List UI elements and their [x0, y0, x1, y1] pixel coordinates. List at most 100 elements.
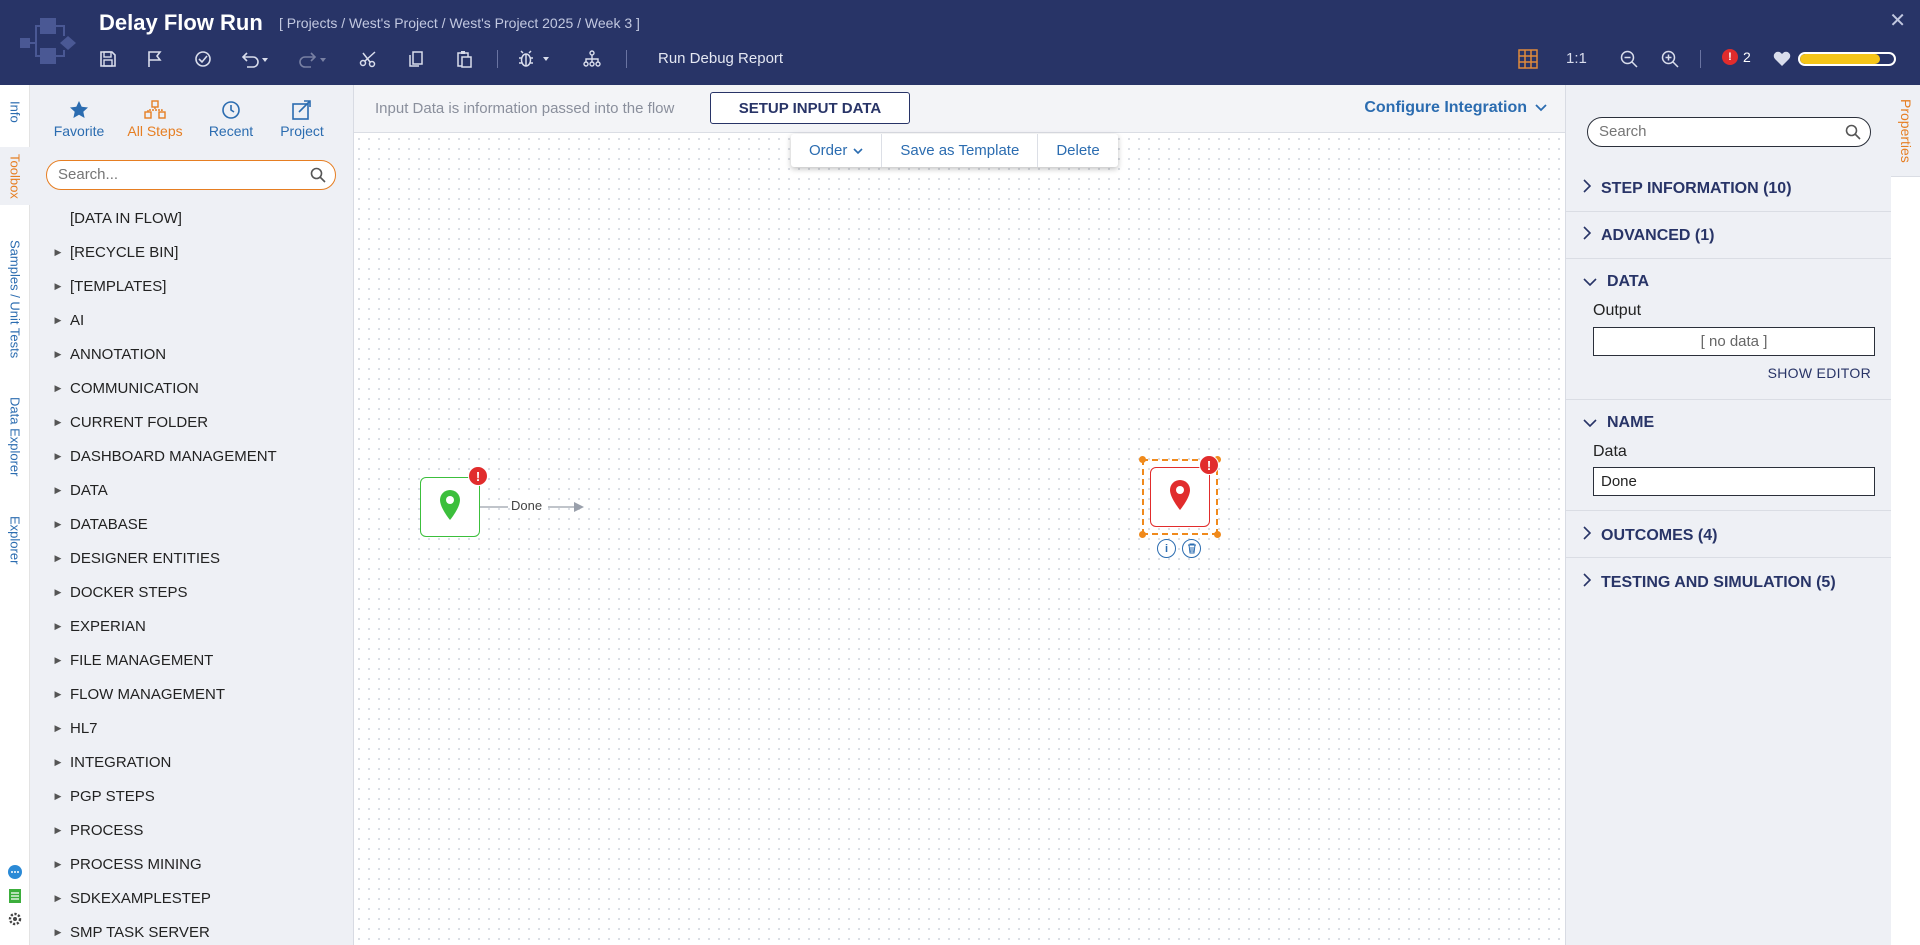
toolbox-tree-item[interactable]: ▶ FLOW MANAGEMENT: [46, 677, 336, 711]
grid-icon[interactable]: [1516, 47, 1540, 71]
configure-integration-dropdown[interactable]: Configure Integration: [1364, 99, 1547, 117]
tree-item-label: AI: [70, 311, 85, 329]
toolbox-tab-label: Project: [280, 123, 324, 139]
section-data[interactable]: DATA: [1583, 273, 1649, 291]
toolbox-tree-item[interactable]: ▶ DATA: [46, 473, 336, 507]
setup-input-data-button[interactable]: SETUP INPUT DATA: [710, 92, 910, 124]
close-icon[interactable]: ✕: [1889, 8, 1906, 33]
search-icon[interactable]: [1845, 124, 1861, 145]
tree-item-label: EXPERIAN: [70, 617, 146, 635]
flow-canvas[interactable]: [354, 134, 1565, 945]
section-title: STEP INFORMATION (10): [1601, 179, 1792, 197]
save-icon[interactable]: [96, 47, 120, 71]
validate-icon[interactable]: [191, 47, 215, 71]
delete-button[interactable]: Delete: [1038, 134, 1117, 167]
toolbox-tree-item[interactable]: ▶ SDKEXAMPLESTEP: [46, 881, 336, 915]
toolbox-tree-item[interactable]: ▶ SMP TASK SERVER: [46, 915, 336, 945]
section-outcomes[interactable]: OUTCOMES (4): [1583, 526, 1717, 545]
toolbox-search-input[interactable]: [58, 161, 298, 187]
section-testing-simulation[interactable]: TESTING AND SIMULATION (5): [1583, 573, 1836, 592]
show-editor-button[interactable]: SHOW EDITOR: [1768, 365, 1871, 381]
toolbox-tree-item[interactable]: ▶ EXPERIAN: [46, 609, 336, 643]
tree-item-label: CURRENT FOLDER: [70, 413, 209, 431]
tree-item-label: COMMUNICATION: [70, 379, 199, 397]
order-dropdown[interactable]: Order: [791, 134, 883, 167]
end-error-icon[interactable]: !: [1199, 455, 1219, 475]
zoom-in-icon[interactable]: [1658, 47, 1682, 71]
toolbox-tree-item[interactable]: ▶ [RECYCLE BIN]: [46, 235, 336, 269]
tab-explorer[interactable]: Explorer: [0, 507, 30, 573]
toolbox-tree-item[interactable]: ▶ COMMUNICATION: [46, 371, 336, 405]
error-count: 2: [1743, 49, 1751, 65]
connector-label[interactable]: Done: [511, 498, 543, 513]
toolbox-tree-item[interactable]: ▶ FILE MANAGEMENT: [46, 643, 336, 677]
chevron-right-icon: [1583, 226, 1592, 245]
resize-handle[interactable]: [1139, 456, 1146, 463]
hierarchy-icon[interactable]: [580, 47, 604, 71]
tab-data-explorer[interactable]: Data Explorer: [0, 387, 30, 487]
section-step-information[interactable]: STEP INFORMATION (10): [1583, 179, 1792, 198]
toolbox-tree-item[interactable]: ▶ DESIGNER ENTITIES: [46, 541, 336, 575]
chat-icon[interactable]: [7, 865, 23, 881]
toolbox-tree-item[interactable]: ▶ INTEGRATION: [46, 745, 336, 779]
resize-handle[interactable]: [1139, 531, 1146, 538]
copy-icon[interactable]: [404, 47, 428, 71]
chevron-right-icon: [1583, 573, 1592, 592]
properties-search-input[interactable]: [1599, 118, 1839, 144]
section-advanced[interactable]: ADVANCED (1): [1583, 226, 1714, 245]
document-icon[interactable]: [7, 888, 23, 904]
tree-item-label: PROCESS MINING: [70, 855, 202, 873]
start-error-icon[interactable]: !: [468, 466, 488, 486]
toolbox-tree-item[interactable]: ▶ PROCESS: [46, 813, 336, 847]
resize-handle[interactable]: [1214, 531, 1221, 538]
search-icon[interactable]: [310, 167, 326, 188]
toolbox-tree-item[interactable]: ▶ DOCKER STEPS: [46, 575, 336, 609]
toolbox-tree-item[interactable]: ▶ HL7: [46, 711, 336, 745]
toolbox-tab-favorite[interactable]: Favorite: [42, 99, 116, 139]
toolbox-tree-item[interactable]: ▶ DATABASE: [46, 507, 336, 541]
step-context-menu: Order Save as Template Delete: [791, 134, 1118, 167]
caret-right-icon: ▶: [54, 824, 62, 835]
toolbox-tree-item[interactable]: [DATA IN FLOW]: [46, 201, 336, 235]
toolbox-tree-item[interactable]: ▶ [TEMPLATES]: [46, 269, 336, 303]
output-field[interactable]: [ no data ]: [1593, 327, 1875, 356]
toolbox-tree-item[interactable]: ▶ CURRENT FOLDER: [46, 405, 336, 439]
left-tab-strip: Info Toolbox Samples / Unit Tests Data E…: [0, 85, 30, 945]
run-debug-report-button[interactable]: Run Debug Report: [658, 50, 783, 67]
caret-right-icon: ▶: [54, 722, 62, 733]
tab-properties[interactable]: Properties: [1891, 85, 1920, 177]
app-logo: [18, 12, 80, 68]
settings-icon[interactable]: [7, 911, 23, 927]
error-count-button[interactable]: ! 2: [1722, 49, 1751, 65]
end-step-node[interactable]: [1150, 467, 1210, 527]
section-name[interactable]: NAME: [1583, 414, 1654, 432]
zoom-ratio-button[interactable]: 1:1: [1566, 50, 1587, 67]
toolbox-tab-all-steps[interactable]: All Steps: [118, 99, 192, 139]
info-icon[interactable]: i: [1157, 539, 1176, 558]
toolbox-tree-item[interactable]: ▶ AI: [46, 303, 336, 337]
zoom-out-icon[interactable]: [1617, 47, 1641, 71]
undo-icon[interactable]: [237, 47, 273, 71]
cut-icon[interactable]: [356, 47, 380, 71]
debug-icon[interactable]: [517, 47, 553, 71]
heart-icon[interactable]: [1770, 47, 1794, 71]
redo-icon[interactable]: [295, 47, 331, 71]
start-step-node[interactable]: [420, 477, 480, 537]
tab-toolbox[interactable]: Toolbox: [0, 147, 30, 205]
flag-icon[interactable]: [143, 47, 167, 71]
trash-icon[interactable]: [1182, 539, 1201, 558]
toolbox-tree-item[interactable]: ▶ PROCESS MINING: [46, 847, 336, 881]
paste-icon[interactable]: [452, 47, 476, 71]
toolbox-tree-item[interactable]: ▶ ANNOTATION: [46, 337, 336, 371]
app-header: Delay Flow Run [ Projects / West's Proje…: [0, 0, 1920, 85]
tab-info[interactable]: Info: [0, 89, 30, 135]
health-bar: [1798, 52, 1896, 66]
toolbox-tree-item[interactable]: ▶ PGP STEPS: [46, 779, 336, 813]
save-as-template-button[interactable]: Save as Template: [882, 134, 1039, 167]
toolbox-tree-item[interactable]: ▶ DASHBOARD MANAGEMENT: [46, 439, 336, 473]
order-label: Order: [809, 142, 848, 159]
toolbox-tab-recent[interactable]: Recent: [194, 99, 268, 139]
tab-samples-unit-tests[interactable]: Samples / Unit Tests: [0, 233, 30, 365]
toolbox-tab-project[interactable]: Project: [265, 99, 339, 139]
name-data-field[interactable]: Done: [1593, 467, 1875, 496]
